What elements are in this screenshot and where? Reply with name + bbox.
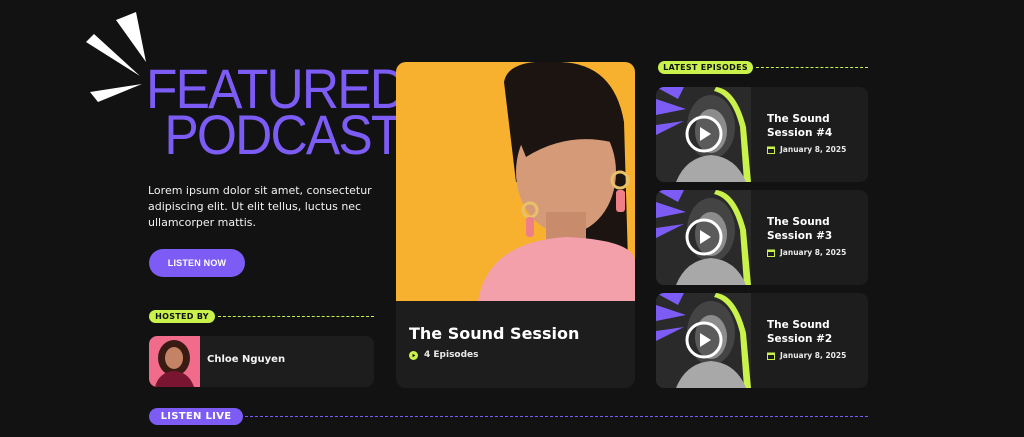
podcast-cover-image (396, 62, 635, 301)
episode-date: January 8, 2025 (767, 248, 846, 257)
episode-date-text: January 8, 2025 (780, 145, 847, 154)
calendar-icon (767, 352, 775, 360)
episode-date-text: January 8, 2025 (780, 351, 847, 360)
hosted-by-label: HOSTED BY (149, 310, 215, 323)
episode-title: The Sound Session #3 (767, 216, 833, 242)
episode-thumbnail (656, 87, 751, 182)
episode-card[interactable]: The Sound Session #3 January 8, 2025 (656, 190, 868, 285)
page-title: FEATURED PODCAST (146, 61, 407, 166)
play-circle-icon (409, 350, 418, 360)
listen-live-divider (245, 416, 868, 417)
episode-card[interactable]: The Sound Session #2 January 8, 2025 (656, 293, 868, 388)
episode-count-label: 4 Episodes (424, 350, 479, 360)
episode-title: The Sound Session #2 (767, 319, 833, 345)
episode-thumbnail (656, 293, 751, 388)
featured-podcast-title: The Sound Session (409, 324, 580, 343)
latest-episodes-label: LATEST EPISODES (658, 61, 753, 74)
calendar-icon (767, 146, 775, 154)
title-line-2: PODCAST (164, 103, 402, 166)
episode-count: 4 Episodes (409, 350, 479, 360)
episode-card[interactable]: The Sound Session #4 January 8, 2025 (656, 87, 868, 182)
episode-title: The Sound Session #4 (767, 113, 833, 139)
listen-live-label: LISTEN LIVE (149, 408, 243, 425)
featured-podcast-card[interactable]: The Sound Session 4 Episodes (396, 62, 635, 388)
listen-now-button[interactable]: LISTEN NOW (149, 249, 245, 277)
avatar (149, 336, 200, 387)
hosted-by-divider (218, 316, 374, 317)
episode-date: January 8, 2025 (767, 145, 846, 154)
latest-episodes-divider (756, 67, 868, 68)
episode-date-text: January 8, 2025 (780, 248, 847, 257)
burst-decoration-icon (86, 12, 146, 102)
episode-thumbnail (656, 190, 751, 285)
host-card[interactable]: Chloe Nguyen (149, 336, 374, 387)
episode-date: January 8, 2025 (767, 351, 846, 360)
calendar-icon (767, 249, 775, 257)
hero-description: Lorem ipsum dolor sit amet, consectetur … (148, 184, 372, 229)
host-name: Chloe Nguyen (207, 354, 286, 365)
